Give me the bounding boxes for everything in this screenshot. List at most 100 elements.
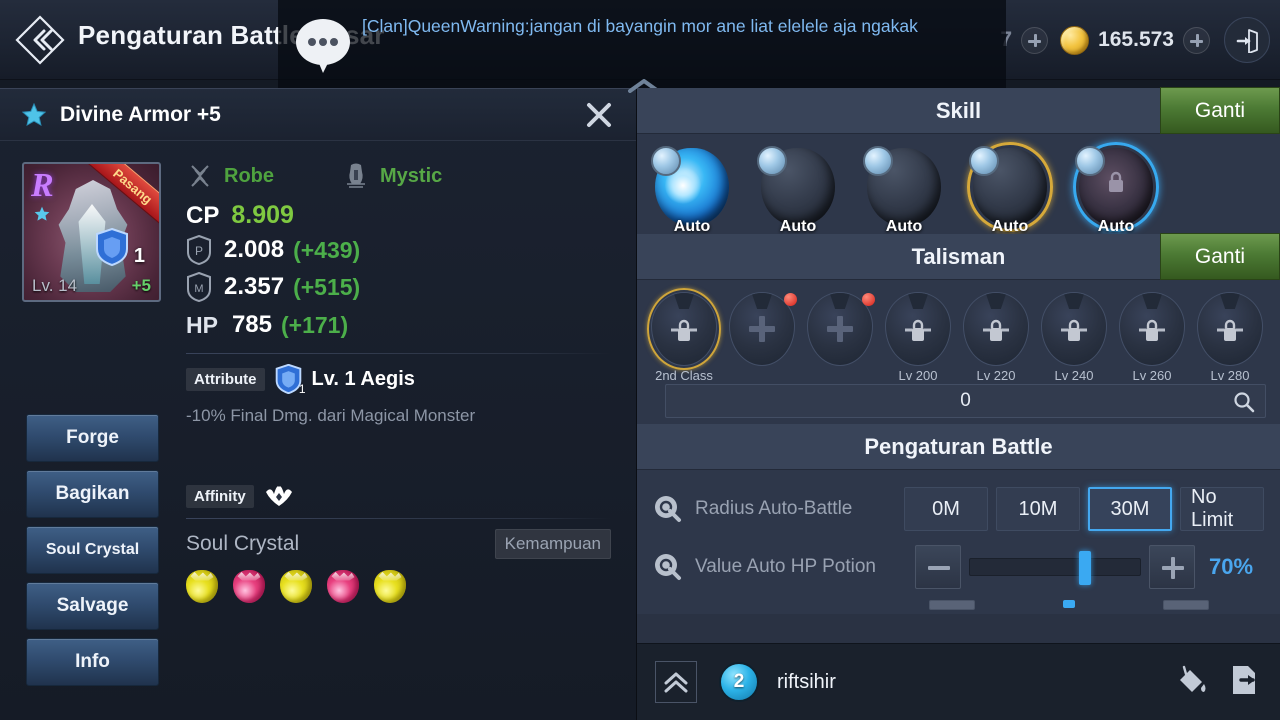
radius-segmented-control: 0M 10M 30M No Limit: [904, 486, 1264, 531]
close-icon[interactable]: [584, 100, 614, 130]
radius-option-0m[interactable]: 0M: [904, 487, 988, 531]
hp-potion-slider-knob[interactable]: [1078, 551, 1091, 585]
info-button[interactable]: Info: [26, 638, 159, 686]
talisman-locked[interactable]: [1119, 292, 1185, 366]
talisman-slot[interactable]: 2nd Class: [647, 288, 721, 383]
talisman-section-title: Talisman: [911, 243, 1006, 269]
talisman-locked[interactable]: [963, 292, 1029, 366]
partial-slider-knob[interactable]: [1063, 600, 1075, 608]
talisman-slot[interactable]: Lv 260: [1119, 292, 1189, 383]
skill-slot[interactable]: Auto: [967, 142, 1055, 235]
partial-minus-button[interactable]: [929, 600, 975, 610]
plus-icon: [749, 316, 775, 342]
item-enhance: +5: [131, 276, 151, 295]
skill-auto-toggle[interactable]: [863, 146, 893, 176]
skill-slot[interactable]: Auto: [1073, 142, 1161, 235]
skill-auto-toggle[interactable]: [969, 146, 999, 176]
talisman-section-header: Talisman Ganti: [637, 233, 1280, 280]
magical-defense-row: M 2.357 (+515): [186, 270, 611, 304]
necklace-band-icon: [1141, 293, 1163, 309]
attribute-tag: Attribute: [186, 367, 265, 391]
gold-value: 165.573: [1098, 28, 1174, 51]
talisman-locked[interactable]: [885, 292, 951, 366]
talisman-change-button[interactable]: Ganti: [1160, 233, 1280, 280]
item-detail-panel: Divine Armor +5 R Pasang 1 Lv. 14 +5 Rob…: [0, 88, 637, 720]
talisman-locked[interactable]: [1197, 292, 1263, 366]
robe-icon: [186, 162, 214, 190]
physical-defense-row: P 2.008 (+439): [186, 233, 611, 267]
radius-option-10m[interactable]: 10M: [996, 487, 1080, 531]
share-button[interactable]: Bagikan: [26, 470, 159, 518]
skill-slot[interactable]: Auto: [863, 146, 949, 235]
skill-auto-toggle[interactable]: [651, 146, 681, 176]
talisman-slot[interactable]: Lv 280: [1197, 292, 1267, 383]
talisman-search-bar[interactable]: 0: [665, 384, 1266, 418]
hp-potion-slider[interactable]: [969, 551, 1141, 585]
aegis-shield-icon: 1: [275, 363, 306, 396]
aegis-level-number: 1: [133, 245, 145, 267]
necklace-band-icon: [907, 293, 929, 309]
chat-message: [Clan]QueenWarning:jangan di bayangin mo…: [362, 16, 918, 36]
talisman-slot-label: Lv 240: [1054, 368, 1094, 383]
talisman-slot[interactable]: Lv 240: [1041, 292, 1111, 383]
radius-option-30m[interactable]: 30M: [1088, 487, 1172, 531]
player-name: riftsihir: [777, 670, 836, 693]
item-action-buttons: Forge Bagikan Soul Crystal Salvage Info: [26, 414, 159, 694]
svg-text:P: P: [195, 244, 203, 258]
battle-settings-body: Radius Auto-Battle 0M 10M 30M No Limit V…: [637, 470, 1280, 614]
skill-auto-toggle[interactable]: [757, 146, 787, 176]
ability-button[interactable]: Kemampuan: [494, 529, 611, 559]
magnifier-icon[interactable]: [1233, 391, 1255, 413]
skill-change-button[interactable]: Ganti: [1160, 87, 1280, 134]
class-type: Mystic: [342, 162, 442, 190]
double-chevron-up-icon[interactable]: [655, 661, 697, 703]
skill-auto-toggle[interactable]: [1075, 146, 1105, 176]
salvage-button[interactable]: Salvage: [26, 582, 159, 630]
hp-potion-plus-button[interactable]: [1149, 545, 1195, 589]
talisman-slot[interactable]: [729, 292, 799, 366]
partial-plus-button[interactable]: [1163, 600, 1209, 610]
chat-overlay[interactable]: [Clan]QueenWarning:jangan di bayangin mo…: [278, 0, 1006, 88]
talisman-locked[interactable]: [1041, 292, 1107, 366]
skill-slot[interactable]: Auto: [651, 146, 737, 235]
hp-potion-minus-button[interactable]: [915, 545, 961, 589]
exit-button[interactable]: [1224, 17, 1270, 63]
cp-value: 8.909: [231, 201, 294, 229]
gem-slot[interactable]: [374, 570, 406, 603]
magical-defense-value: 2.357: [224, 273, 285, 300]
rank-star-icon: [34, 206, 50, 222]
talisman-slot-label: Lv 200: [898, 368, 938, 383]
affinity-tag: Affinity: [186, 484, 254, 508]
necklace-band-icon: [985, 293, 1007, 309]
skill-slot[interactable]: Auto: [757, 146, 843, 235]
talisman-slot[interactable]: [807, 292, 877, 366]
divider: [186, 353, 611, 354]
setting-row-partial: [637, 596, 1280, 614]
right-panel: Skill Ganti Auto Auto Auto Auto Auto Tal…: [628, 79, 1280, 720]
item-thumbnail[interactable]: R Pasang 1 Lv. 14 +5: [22, 162, 161, 302]
talisman-lock-icon: [1138, 315, 1166, 345]
player-level-badge: 2: [719, 662, 759, 702]
talisman-slot[interactable]: Lv 200: [885, 292, 955, 383]
gold-plus-icon[interactable]: [1183, 26, 1210, 54]
partial-slider[interactable]: [983, 600, 1155, 610]
gem-slot[interactable]: [186, 570, 218, 603]
paint-bucket-icon[interactable]: [1172, 662, 1208, 703]
aegis-shield-icon: [95, 227, 129, 267]
back-button[interactable]: [14, 14, 66, 66]
soul-crystal-button[interactable]: Soul Crystal: [26, 526, 159, 574]
share-file-icon[interactable]: [1226, 662, 1262, 703]
necklace-band-icon: [1063, 293, 1085, 309]
physical-defense-value: 2.008: [224, 236, 285, 263]
attribute-row: Attribute 1 Lv. 1 Aegis: [186, 363, 611, 396]
cp-label: CP: [186, 202, 220, 229]
talisman-slot[interactable]: Lv 220: [963, 292, 1033, 383]
gem-slot[interactable]: [280, 570, 312, 603]
talisman-lock-icon: [904, 315, 932, 345]
gem-slot[interactable]: [327, 570, 359, 603]
radius-option-no-limit[interactable]: No Limit: [1180, 486, 1264, 531]
gem-slot[interactable]: [233, 570, 265, 603]
forge-button[interactable]: Forge: [26, 414, 159, 462]
counter-plus-icon[interactable]: [1021, 26, 1049, 54]
item-level: Lv. 14: [32, 276, 78, 295]
